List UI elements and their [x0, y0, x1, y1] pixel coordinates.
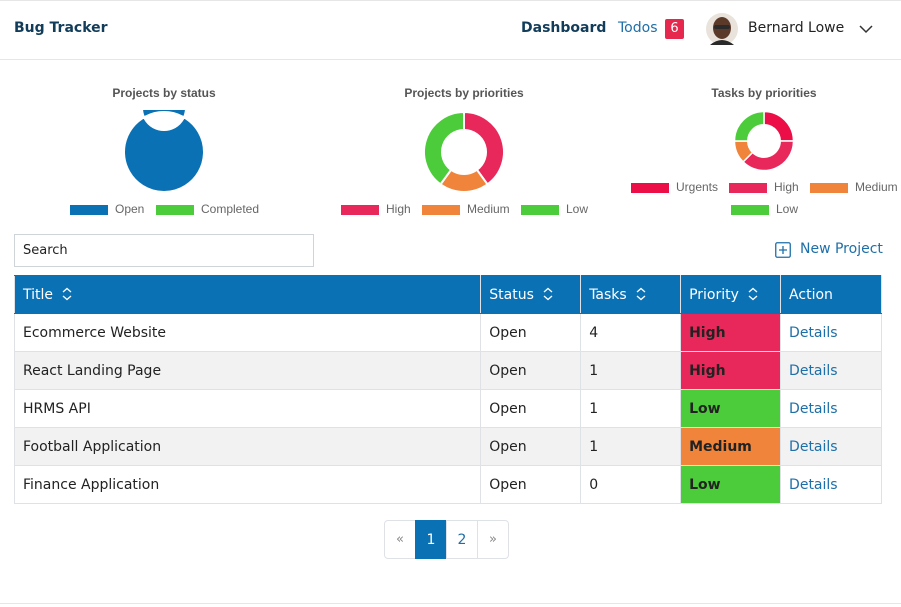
cell-action: Details: [780, 313, 882, 352]
column-header-status[interactable]: Status: [480, 275, 582, 314]
column-header-label: Priority: [689, 286, 739, 303]
column-header-action: Action: [780, 275, 882, 314]
pagination-page-2[interactable]: 2: [446, 520, 478, 559]
legend-label-task-low[interactable]: Low: [776, 202, 798, 216]
pagination: « 1 2 »: [384, 520, 509, 559]
table-row: Ecommerce Website Open 4 High Details: [13, 313, 882, 352]
cell-priority: High: [680, 313, 782, 352]
cell-priority: Low: [680, 465, 782, 504]
cell-action: Details: [780, 389, 882, 428]
donut-slice-open[interactable]: [122, 110, 205, 193]
table-row: Football Application Open 1 Medium Detai…: [13, 427, 882, 466]
cell-priority: Medium: [680, 427, 782, 466]
cell-action: Details: [780, 465, 882, 504]
column-header-label: Status: [489, 286, 534, 303]
donut-projects-status: [122, 110, 205, 193]
new-project-button[interactable]: New Project: [800, 241, 883, 257]
cell-title: Football Application: [13, 427, 482, 466]
cell-status: Open: [480, 389, 582, 428]
details-link[interactable]: Details: [789, 325, 838, 341]
cell-status: Open: [480, 427, 582, 466]
sort-icon[interactable]: [61, 287, 73, 301]
cell-status: Open: [480, 313, 582, 352]
nav-todos-link[interactable]: Todos: [618, 20, 657, 36]
cell-tasks: 1: [580, 389, 682, 428]
legend-label-urgents[interactable]: Urgents: [676, 180, 718, 194]
legend-label-task-high[interactable]: High: [774, 180, 799, 194]
pagination-next[interactable]: »: [477, 520, 509, 559]
details-link[interactable]: Details: [789, 363, 838, 379]
plus-square-icon[interactable]: [775, 242, 791, 258]
cell-title: HRMS API: [13, 389, 482, 428]
legend-swatch-task-medium[interactable]: [810, 183, 848, 193]
column-header-label: Action: [789, 286, 833, 303]
details-link[interactable]: Details: [789, 401, 838, 417]
donut-tasks-priorities: [733, 110, 795, 172]
nav-dashboard-link[interactable]: Dashboard: [521, 20, 606, 36]
legend-label-task-medium[interactable]: Medium: [855, 180, 898, 194]
todos-count-badge[interactable]: 6: [665, 19, 684, 39]
donut-slice-high[interactable]: [742, 140, 795, 172]
legend-label-completed[interactable]: Completed: [201, 202, 259, 216]
cell-tasks: 1: [580, 351, 682, 390]
cell-action: Details: [780, 351, 882, 390]
top-navbar: Bug Tracker Dashboard Todos 6 Bernard Lo…: [0, 0, 901, 60]
user-name-menu[interactable]: Bernard Lowe: [748, 20, 844, 36]
legend-label-low[interactable]: Low: [566, 202, 588, 216]
donut-projects-priorities: [423, 110, 505, 193]
legend-swatch-completed[interactable]: [156, 205, 194, 215]
cell-title: Ecommerce Website: [13, 313, 482, 352]
sort-icon[interactable]: [542, 287, 554, 301]
column-header-title[interactable]: Title: [13, 275, 482, 314]
column-header-label: Title: [23, 286, 54, 303]
legend-swatch-task-high[interactable]: [729, 183, 767, 193]
details-link[interactable]: Details: [789, 477, 838, 493]
pagination-page-1[interactable]: 1: [415, 520, 447, 559]
legend-swatch-urgents[interactable]: [631, 183, 669, 193]
user-avatar[interactable]: [706, 13, 738, 45]
cell-title: Finance Application: [13, 465, 482, 504]
legend-swatch-high[interactable]: [341, 205, 379, 215]
pagination-prev[interactable]: «: [384, 520, 416, 559]
legend-swatch-open[interactable]: [70, 205, 108, 215]
cell-title: React Landing Page: [13, 351, 482, 390]
table-row: Finance Application Open 0 Low Details: [13, 465, 882, 504]
details-link[interactable]: Details: [789, 439, 838, 455]
bottom-divider: [0, 603, 901, 604]
cell-tasks: 0: [580, 465, 682, 504]
donut-slice-urgents[interactable]: [763, 110, 795, 142]
table-row: HRMS API Open 1 Low Details: [13, 389, 882, 428]
legend-swatch-low[interactable]: [521, 205, 559, 215]
legend-swatch-medium[interactable]: [422, 205, 460, 215]
sort-icon[interactable]: [635, 287, 647, 301]
legend-label-medium[interactable]: Medium: [467, 202, 510, 216]
app-brand[interactable]: Bug Tracker: [14, 20, 108, 36]
table-header-row: Title Status Tasks Priority Action: [13, 275, 882, 314]
legend-label-high[interactable]: High: [386, 202, 411, 216]
cell-tasks: 1: [580, 427, 682, 466]
column-header-label: Tasks: [589, 286, 627, 303]
column-header-priority[interactable]: Priority: [680, 275, 782, 314]
chart-title-projects-priorities: Projects by priorities: [404, 86, 524, 100]
cell-priority: High: [680, 351, 782, 390]
legend-swatch-task-low[interactable]: [731, 205, 769, 215]
cell-status: Open: [480, 351, 582, 390]
legend-label-open[interactable]: Open: [115, 202, 144, 216]
cell-action: Details: [780, 427, 882, 466]
donut-slice-low[interactable]: [733, 110, 765, 142]
cell-status: Open: [480, 465, 582, 504]
chevron-down-icon[interactable]: [858, 23, 874, 35]
table-row: React Landing Page Open 1 High Details: [13, 351, 882, 390]
sort-icon[interactable]: [747, 287, 759, 301]
chart-title-projects-status: Projects by status: [112, 86, 216, 100]
column-header-tasks[interactable]: Tasks: [580, 275, 682, 314]
cell-priority: Low: [680, 389, 782, 428]
chart-title-tasks-priorities: Tasks by priorities: [711, 86, 817, 100]
cell-tasks: 4: [580, 313, 682, 352]
search-input[interactable]: [14, 234, 314, 267]
projects-table: Title Status Tasks Priority Action Ecomm…: [13, 275, 882, 504]
